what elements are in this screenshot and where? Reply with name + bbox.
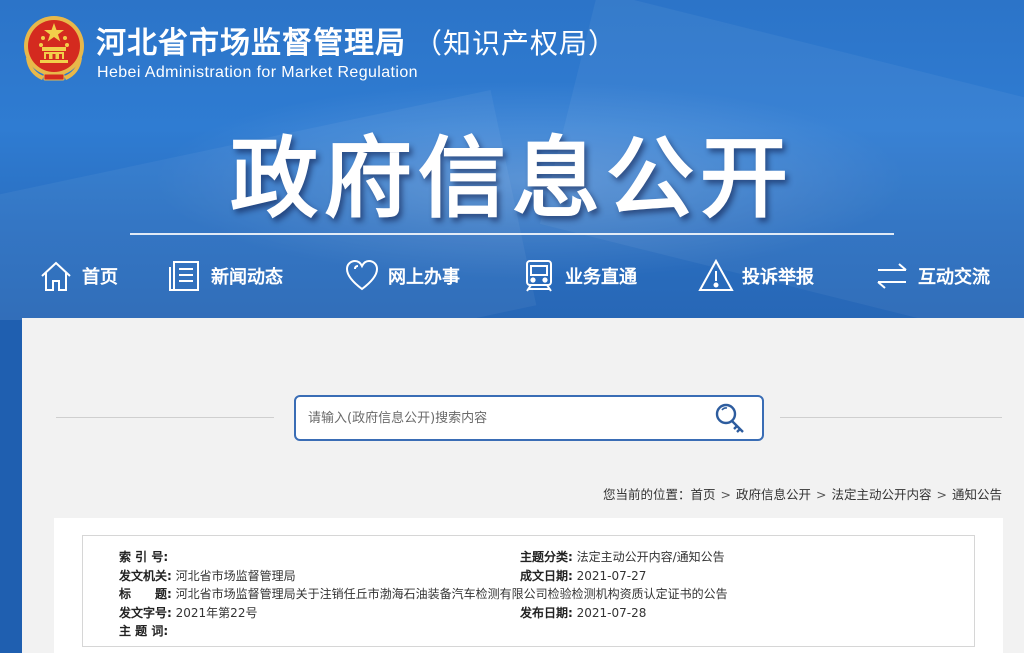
warning-icon — [698, 258, 734, 291]
info-value: 2021-07-28 — [576, 606, 647, 620]
search-divider-right — [780, 417, 1002, 418]
info-label: 发文字号: — [119, 606, 172, 620]
national-emblem-logo — [24, 16, 84, 81]
info-row-doc-no: 发文字号: 2021年第22号 — [119, 604, 257, 621]
info-value: 2021年第22号 — [175, 606, 258, 620]
news-icon — [169, 261, 199, 291]
home-icon — [41, 261, 71, 291]
info-value: 2021-07-27 — [576, 569, 647, 583]
breadcrumb-item-notices[interactable]: 通知公告 — [952, 487, 1002, 502]
title-divider — [130, 233, 894, 235]
info-label: 发文机关: — [119, 569, 172, 583]
org-name-cn-sub: （知识产权局） — [414, 27, 618, 60]
org-name-cn: 河北省市场监督管理局 （知识产权局） — [96, 18, 617, 62]
nav-item-home[interactable]: 首页 — [38, 252, 118, 300]
nav-item-online-service[interactable]: 网上办事 — [344, 252, 460, 300]
search-divider-left — [56, 417, 274, 418]
info-row-category: 主题分类: 法定主动公开内容/通知公告 — [520, 548, 725, 565]
breadcrumb-separator: > — [936, 487, 947, 502]
breadcrumb: 您当前的位置：首页 > 政府信息公开 > 法定主动公开内容 > 通知公告 — [603, 484, 1002, 503]
breadcrumb-item-gov-info[interactable]: 政府信息公开 — [736, 487, 811, 502]
info-row-keywords: 主 题 词: — [119, 622, 168, 639]
nav-item-label: 网上办事 — [388, 267, 460, 288]
nav-item-label: 业务直通 — [565, 267, 637, 288]
breadcrumb-separator: > — [720, 487, 731, 502]
main-nav: 首页 新闻动态 网上办事 业务直通 投诉举报 互动交流 — [0, 252, 1024, 300]
info-label: 成文日期: — [520, 569, 573, 583]
info-row-index-no: 索 引 号: — [119, 548, 168, 565]
breadcrumb-prefix: 您当前的位置： — [602, 487, 691, 502]
nav-item-complaint[interactable]: 投诉举报 — [698, 252, 814, 300]
info-label: 主 题 词: — [119, 624, 169, 638]
info-row-issuer: 发文机关: 河北省市场监督管理局 — [119, 567, 296, 584]
page-title: 政府信息公开 — [229, 127, 794, 230]
nav-item-interaction[interactable]: 互动交流 — [874, 252, 990, 300]
info-row-created-date: 成文日期: 2021-07-27 — [520, 567, 646, 584]
info-value: 法定主动公开内容/通知公告 — [576, 550, 725, 564]
breadcrumb-item-statutory[interactable]: 法定主动公开内容 — [831, 487, 931, 502]
info-label: 主题分类: — [520, 550, 573, 564]
breadcrumb-item-home[interactable]: 首页 — [690, 487, 715, 502]
search-box — [294, 395, 764, 441]
info-label: 标 题: — [119, 587, 172, 601]
search-input[interactable] — [308, 406, 698, 430]
nav-item-label: 新闻动态 — [211, 267, 283, 288]
search-key-icon[interactable] — [712, 401, 748, 437]
info-label: 发布日期: — [520, 606, 573, 620]
nav-item-label: 投诉举报 — [742, 267, 814, 288]
header-banner: 河北省市场监督管理局 （知识产权局） Hebei Administration f… — [0, 0, 1024, 320]
info-value: 河北省市场监督管理局关于注销任丘市渤海石油装备汽车检测有限公司检验检测机构资质认… — [175, 587, 728, 601]
heart-icon — [345, 259, 379, 291]
train-icon — [526, 260, 552, 292]
nav-item-business[interactable]: 业务直通 — [521, 252, 637, 300]
info-row-title: 标 题: 河北省市场监督管理局关于注销任丘市渤海石油装备汽车检测有限公司检验检测… — [119, 585, 728, 602]
nav-item-label: 互动交流 — [918, 267, 990, 288]
info-value: 河北省市场监督管理局 — [175, 569, 296, 583]
nav-item-news[interactable]: 新闻动态 — [167, 252, 283, 300]
info-label: 索 引 号: — [119, 550, 169, 564]
info-row-published-date: 发布日期: 2021-07-28 — [520, 604, 646, 621]
breadcrumb-separator: > — [816, 487, 827, 502]
nav-item-label: 首页 — [82, 267, 118, 288]
org-name-en: Hebei Administration for Market Regulati… — [97, 64, 418, 81]
org-name-cn-main: 河北省市场监督管理局 — [96, 26, 406, 61]
exchange-icon — [877, 263, 907, 289]
